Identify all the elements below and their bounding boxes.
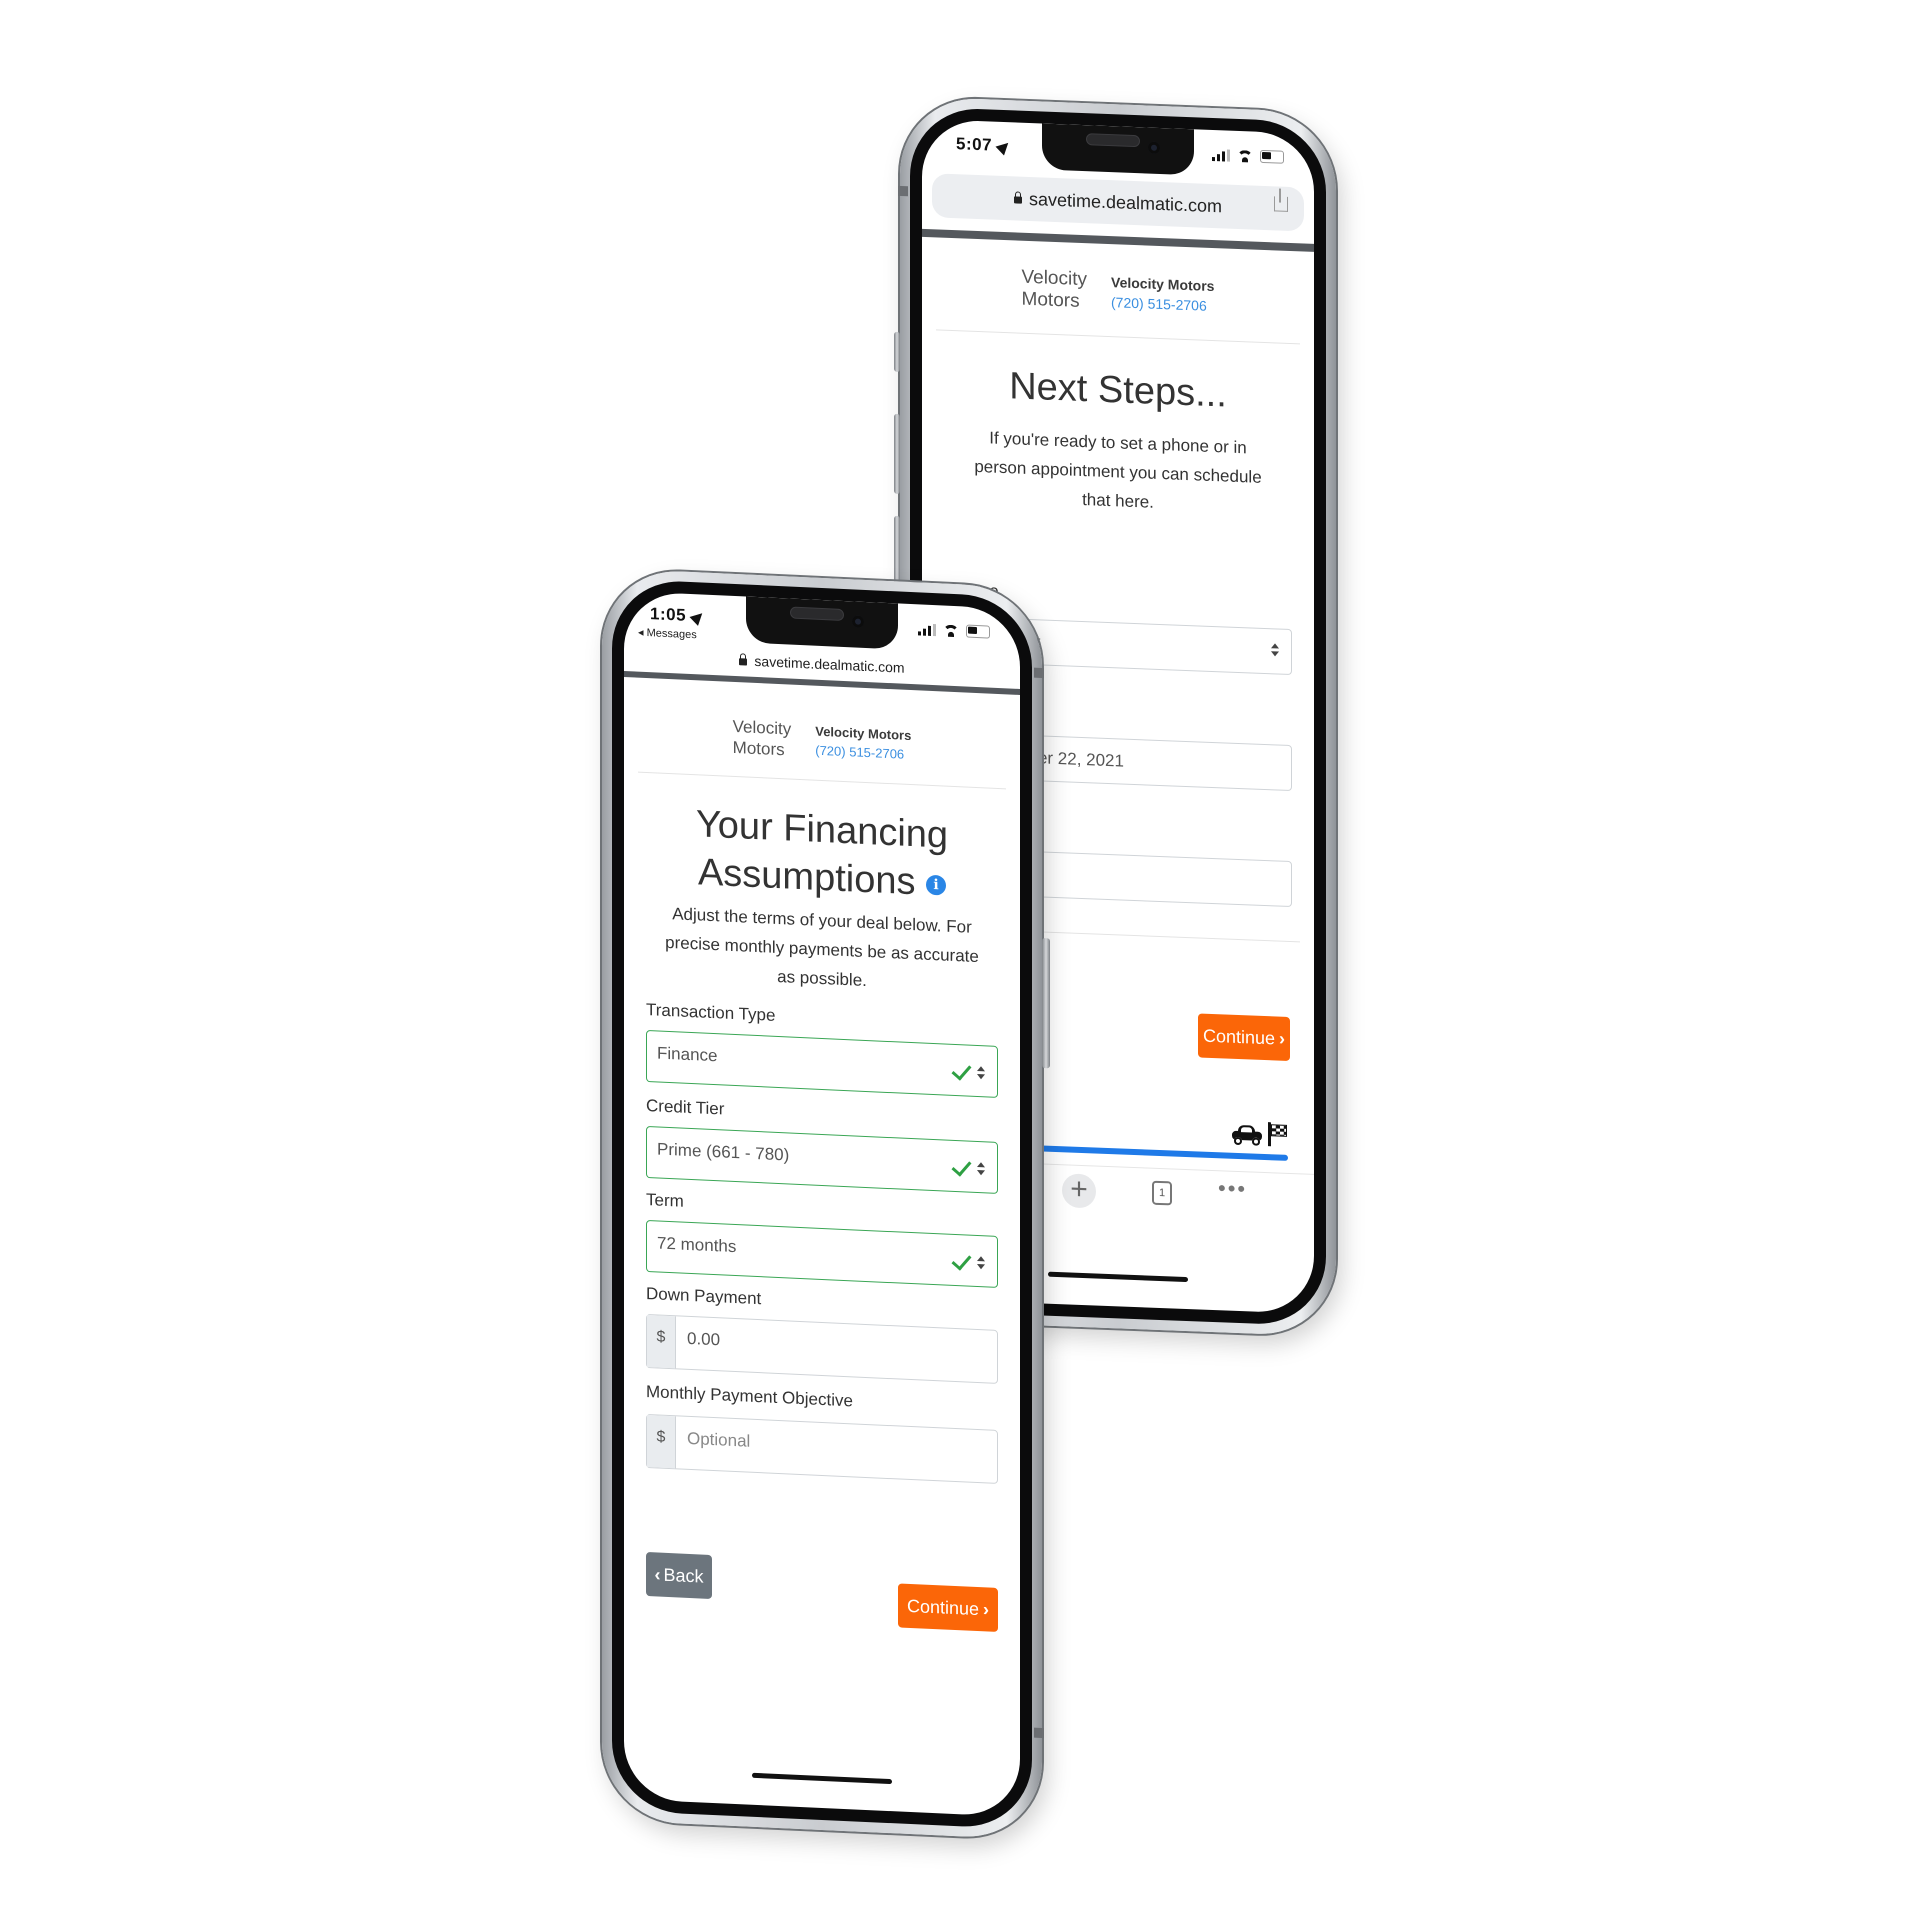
dealer-logo: Velocity Motors bbox=[732, 716, 792, 760]
home-indicator bbox=[1048, 1271, 1188, 1283]
header-divider-bar bbox=[922, 228, 1314, 252]
notch bbox=[746, 596, 898, 650]
lock-icon bbox=[1013, 195, 1022, 204]
down-payment-input[interactable]: $ 0.00 bbox=[646, 1313, 998, 1384]
status-time: 5:07 bbox=[956, 134, 1013, 156]
back-button[interactable]: ‹ Back bbox=[646, 1551, 712, 1599]
chevron-right-icon: › bbox=[983, 1599, 990, 1620]
currency-prefix: $ bbox=[647, 1315, 676, 1369]
term-label: Term bbox=[646, 1189, 684, 1211]
back-to-messages-link[interactable]: ◂ Messages bbox=[638, 626, 697, 642]
credit-tier-select[interactable]: Prime (661 - 780) bbox=[646, 1125, 998, 1194]
select-arrows-icon bbox=[1271, 643, 1279, 657]
dealer-logo: Velocity Motors bbox=[1021, 266, 1087, 312]
term-select[interactable]: 72 months bbox=[646, 1219, 998, 1288]
battery-icon bbox=[966, 624, 990, 639]
share-icon[interactable] bbox=[1274, 196, 1288, 212]
monthly-payment-objective-input[interactable]: $ Optional bbox=[646, 1413, 998, 1484]
credit-tier-label: Credit Tier bbox=[646, 1095, 725, 1119]
notch bbox=[1042, 123, 1194, 176]
camera-icon bbox=[1148, 141, 1160, 154]
page-title: Next Steps... bbox=[1009, 365, 1227, 416]
dealer-name: Velocity Motors bbox=[1111, 274, 1215, 295]
plus-icon[interactable]: + bbox=[1062, 1173, 1096, 1209]
mute-switch bbox=[894, 331, 900, 372]
cellular-signal-icon bbox=[1212, 148, 1230, 162]
address-bar[interactable]: savetime.dealmatic.com bbox=[932, 173, 1304, 232]
checkered-flag-icon bbox=[1268, 1122, 1288, 1147]
chevron-right-icon: › bbox=[1279, 1028, 1286, 1049]
page-description: If you're ready to set a phone or in per… bbox=[974, 428, 1262, 512]
check-icon bbox=[951, 1249, 972, 1271]
chevron-left-icon: ‹ bbox=[654, 1564, 661, 1585]
front-phone: 1:05 ◂ Messages savetime.dealmatic.com V… bbox=[602, 568, 1050, 1840]
camera-icon bbox=[852, 615, 864, 628]
select-arrows-icon bbox=[977, 1066, 985, 1080]
antenna-band bbox=[898, 185, 908, 197]
continue-button[interactable]: Continue › bbox=[1198, 1013, 1290, 1061]
transaction-type-label: Transaction Type bbox=[646, 999, 776, 1025]
wifi-icon bbox=[943, 624, 959, 637]
antenna-band bbox=[1034, 667, 1044, 679]
check-icon bbox=[951, 1155, 972, 1177]
lock-icon bbox=[739, 657, 748, 666]
tabs-icon[interactable]: 1 bbox=[1152, 1180, 1172, 1206]
select-arrows-icon bbox=[977, 1162, 985, 1176]
car-icon bbox=[1232, 1124, 1262, 1146]
status-time: 1:05 bbox=[650, 604, 707, 626]
continue-button[interactable]: Continue › bbox=[898, 1583, 998, 1632]
url-text: savetime.dealmatic.com bbox=[1028, 188, 1223, 216]
monthly-payment-objective-label: Monthly Payment Objective bbox=[646, 1381, 853, 1411]
battery-icon bbox=[1260, 149, 1284, 164]
more-icon[interactable]: ••• bbox=[1218, 1175, 1247, 1202]
page-description: Adjust the terms of your deal below. For… bbox=[665, 904, 979, 991]
dealer-phone-link[interactable]: (720) 515-2706 bbox=[1111, 294, 1214, 314]
volume-up-button bbox=[894, 413, 900, 494]
location-arrow-icon bbox=[995, 138, 1013, 155]
info-icon[interactable]: i bbox=[926, 874, 947, 896]
wifi-icon bbox=[1237, 149, 1253, 162]
select-arrows-icon bbox=[977, 1256, 985, 1270]
location-arrow-icon bbox=[689, 608, 707, 626]
transaction-type-select[interactable]: Finance bbox=[646, 1029, 998, 1098]
antenna-band bbox=[1034, 1727, 1044, 1739]
down-payment-label: Down Payment bbox=[646, 1283, 762, 1309]
home-indicator bbox=[752, 1772, 892, 1785]
divider bbox=[936, 329, 1300, 345]
dealer-phone-link[interactable]: (720) 515-2706 bbox=[815, 743, 911, 762]
url-text: savetime.dealmatic.com bbox=[754, 652, 905, 676]
dealer-header: Velocity Motors Velocity Motors (720) 515… bbox=[624, 711, 1020, 771]
divider bbox=[638, 771, 1006, 790]
dealer-name: Velocity Motors bbox=[815, 723, 912, 744]
power-button bbox=[1042, 937, 1050, 1069]
check-icon bbox=[951, 1059, 972, 1081]
currency-prefix: $ bbox=[647, 1415, 676, 1469]
dealer-header: Velocity Motors Velocity Motors (720) 515… bbox=[922, 263, 1314, 322]
page-title: Your Financing Assumptions i bbox=[695, 803, 949, 904]
front-screen: 1:05 ◂ Messages savetime.dealmatic.com V… bbox=[624, 590, 1020, 1817]
cellular-signal-icon bbox=[918, 623, 936, 636]
